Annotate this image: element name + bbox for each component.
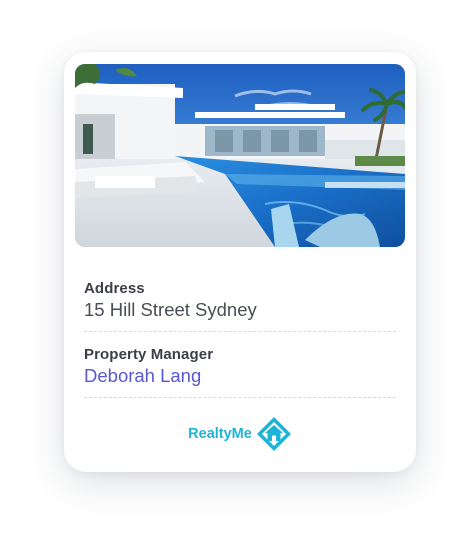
brand-logo: RealtyMe	[64, 416, 416, 452]
house-in-diamond-icon	[256, 417, 291, 451]
property-manager-label: Property Manager	[84, 346, 214, 363]
divider	[84, 397, 396, 398]
brand-name: RealtyMe	[188, 426, 252, 442]
property-manager-name-link[interactable]: Deborah Lang	[84, 365, 201, 387]
property-card: Address 15 Hill Street Sydney Property M…	[64, 52, 416, 472]
property-photo	[75, 64, 405, 247]
address-label: Address	[84, 280, 145, 297]
divider	[84, 331, 396, 332]
address-value: 15 Hill Street Sydney	[84, 299, 257, 320]
